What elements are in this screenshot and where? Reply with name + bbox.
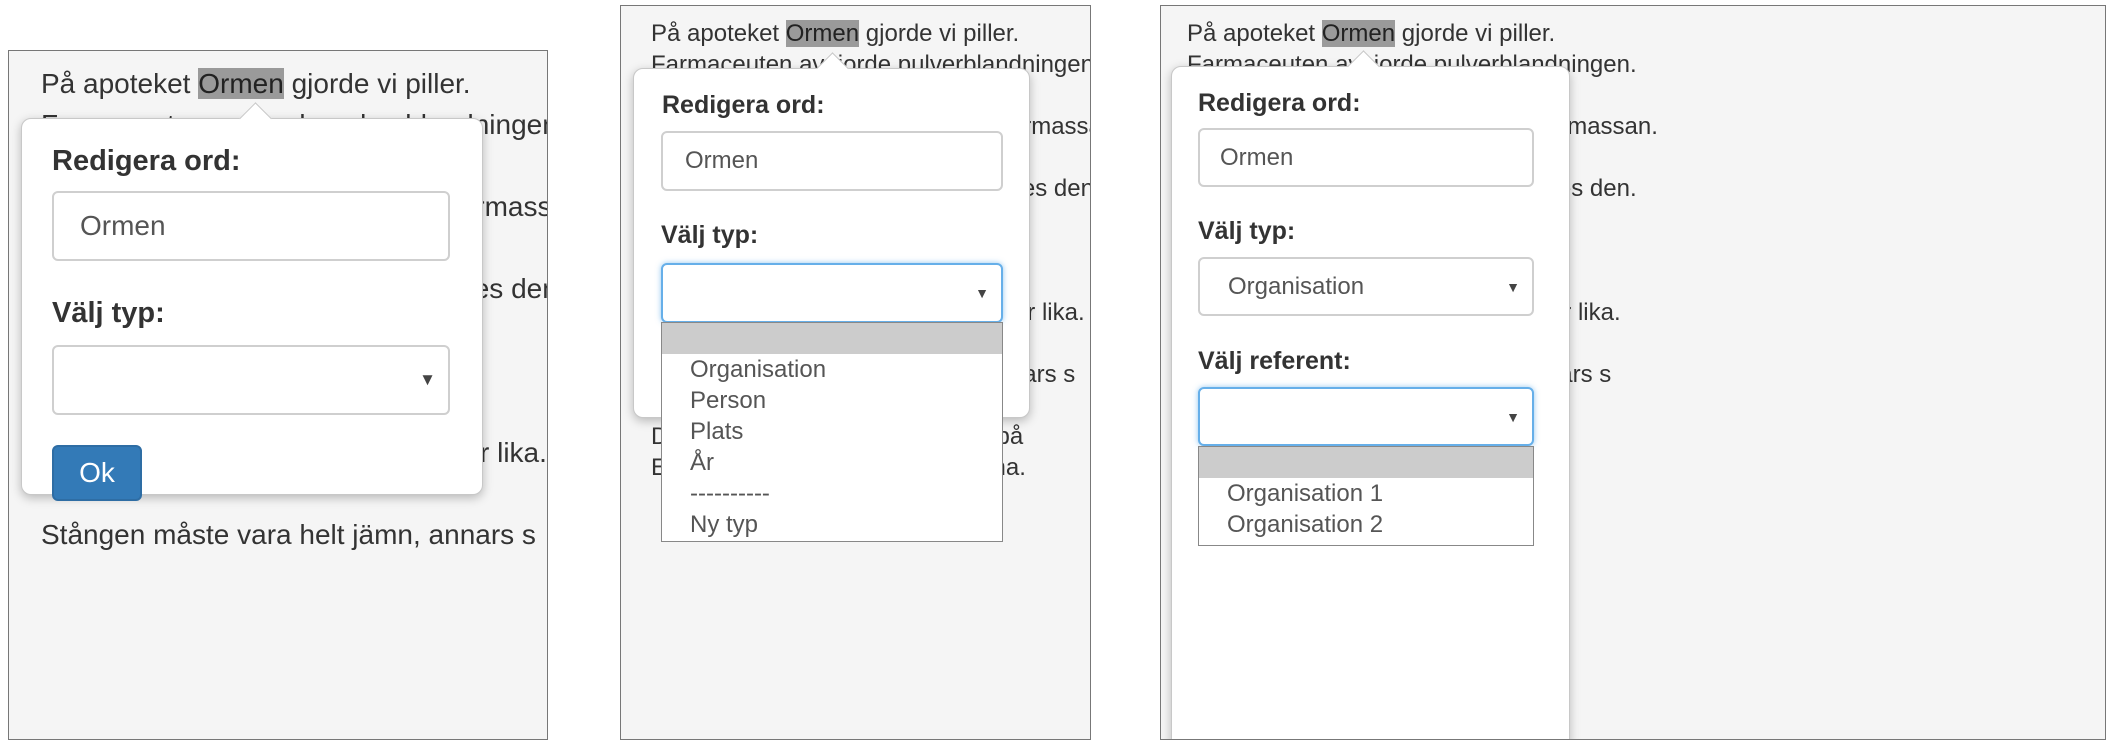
document-panel-3: På apoteket Ormen gjorde vi piller. Farm… [1160,5,2106,740]
type-option-separator: ---------- [690,480,770,507]
doc-line-1: På apoteket Ormen gjorde vi piller. [41,68,471,99]
document-panel-2: På apoteket Ormen gjorde vi piller. Farm… [620,5,1091,740]
type-select-value: Organisation [1228,272,1365,300]
word-input[interactable]: Ormen [661,131,1003,191]
referent-select[interactable]: ▼ [1198,387,1534,446]
type-dropdown-list: Organisation Person Plats År ---------- … [661,322,1003,542]
type-option[interactable]: År [662,447,1002,478]
selected-word[interactable]: Ormen [785,20,860,47]
type-select[interactable]: Organisation ▼ [1198,257,1534,316]
type-option[interactable]: Ny typ [662,509,1002,540]
word-input[interactable]: Ormen [52,191,450,261]
edit-word-popover: Redigera ord: Ormen Välj typ: ▼ Ok [21,102,483,501]
type-label: Välj typ: [1198,217,1296,245]
doc-line-1: På apoteket Ormen gjorde vi piller. [651,20,1020,47]
type-label: Välj typ: [661,221,759,249]
type-option[interactable] [662,323,1002,354]
referent-option[interactable]: Organisation 2 [1199,509,1533,540]
type-option[interactable]: Organisation [662,354,1002,385]
edit-word-label: Redigera ord: [52,145,241,177]
edit-word-label: Redigera ord: [662,91,825,119]
selected-word[interactable]: Ormen [1321,20,1396,47]
referent-option[interactable]: Organisation 1 [1199,478,1533,509]
type-option[interactable]: Plats [662,416,1002,447]
type-select[interactable]: ▼ [52,345,450,415]
edit-word-label: Redigera ord: [1198,89,1361,117]
doc-line: Stången måste vara helt jämn, annars s [41,519,536,550]
referent-label: Välj referent: [1198,347,1351,375]
caret-down-icon: ▼ [419,370,436,389]
ok-button[interactable]: Ok [52,445,142,501]
type-label: Välj typ: [52,297,165,329]
word-input-value: Ormen [1220,143,1294,171]
type-option[interactable]: Person [662,385,1002,416]
selected-word[interactable]: Ormen [198,68,284,99]
word-input-value: Ormen [80,210,166,241]
word-input[interactable]: Ormen [1198,128,1534,187]
caret-down-icon: ▼ [1506,408,1520,425]
doc-line-1: På apoteket Ormen gjorde vi piller. [1187,20,1556,47]
edit-word-popover: Redigera ord: Ormen Välj typ: Organisati… [1171,50,1570,739]
type-select[interactable]: ▼ [661,263,1003,323]
word-input-value: Ormen [685,147,759,174]
caret-down-icon: ▼ [975,285,989,301]
caret-down-icon: ▼ [1506,278,1520,295]
referent-option[interactable] [1199,447,1533,478]
document-panel-1: På apoteket Ormen gjorde vi piller. Farm… [8,50,548,740]
referent-dropdown-list: Organisation 1 Organisation 2 [1198,446,1534,546]
